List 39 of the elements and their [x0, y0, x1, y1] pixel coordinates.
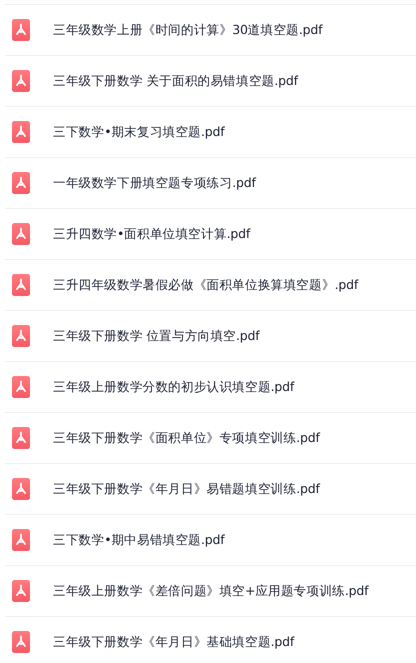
file-list-item[interactable]: 三升四年级数学暑假必做《面积单位换算填空题》.pdf	[5, 260, 416, 311]
file-list-item[interactable]: 三年级下册数学《面积单位》专项填空训练.pdf	[5, 413, 416, 464]
pdf-file-icon	[12, 529, 30, 551]
pdf-file-icon	[12, 121, 30, 143]
file-name: 三下数学•期末复习填空题.pdf	[53, 124, 224, 140]
file-list-item[interactable]: 三年级下册数学《年月日》易错题填空训练.pdf	[5, 464, 416, 515]
pdf-file-icon	[12, 223, 30, 245]
pdf-file-icon	[12, 580, 30, 602]
file-name: 三升四数学•面积单位填空计算.pdf	[53, 226, 250, 242]
pdf-file-icon	[12, 172, 30, 194]
file-name: 三年级下册数学《面积单位》专项填空训练.pdf	[53, 430, 320, 446]
pdf-file-icon	[12, 274, 30, 296]
pdf-file-icon	[12, 631, 30, 653]
file-list-item[interactable]: 三年级上册数学分数的初步认识填空题.pdf	[5, 362, 416, 413]
file-name: 三年级下册数学 关于面积的易错填空题.pdf	[53, 72, 298, 90]
file-name: 三升四年级数学暑假必做《面积单位换算填空题》.pdf	[53, 276, 358, 294]
file-list-item[interactable]: 三年级下册数学《年月日》基础填空题.pdf	[5, 617, 416, 663]
file-list-item[interactable]: 三年级数学上册《时间的计算》30道填空题.pdf	[5, 5, 416, 56]
file-list-item[interactable]: 三年级下册数学 关于面积的易错填空题.pdf	[5, 56, 416, 107]
file-name: 三下数学•期中易错填空题.pdf	[53, 532, 224, 548]
file-name: 三年级上册数学《差倍问题》填空+应用题专项训练.pdf	[53, 582, 368, 600]
file-list-item[interactable]: 一年级数学下册填空题专项练习.pdf	[5, 158, 416, 209]
file-name: 三年级上册数学分数的初步认识填空题.pdf	[53, 378, 294, 396]
file-list-item[interactable]: 三年级上册数学《差倍问题》填空+应用题专项训练.pdf	[5, 566, 416, 617]
file-name: 三年级数学上册《时间的计算》30道填空题.pdf	[53, 22, 322, 38]
file-name: 一年级数学下册填空题专项练习.pdf	[53, 174, 256, 192]
file-name: 三年级下册数学《年月日》易错题填空训练.pdf	[53, 480, 320, 498]
pdf-file-icon	[12, 325, 30, 347]
file-name: 三年级下册数学 位置与方向填空.pdf	[53, 328, 260, 344]
file-list-item[interactable]: 三下数学•期中易错填空题.pdf	[5, 515, 416, 566]
pdf-file-icon	[12, 70, 30, 92]
pdf-file-icon	[12, 19, 30, 41]
pdf-file-icon	[12, 478, 30, 500]
file-list-item[interactable]: 三年级下册数学 位置与方向填空.pdf	[5, 311, 416, 362]
file-list-item[interactable]: 三升四数学•面积单位填空计算.pdf	[5, 209, 416, 260]
pdf-file-icon	[12, 427, 30, 449]
file-name: 三年级下册数学《年月日》基础填空题.pdf	[53, 634, 294, 650]
pdf-file-icon	[12, 376, 30, 398]
file-list-item[interactable]: 三下数学•期末复习填空题.pdf	[5, 107, 416, 158]
